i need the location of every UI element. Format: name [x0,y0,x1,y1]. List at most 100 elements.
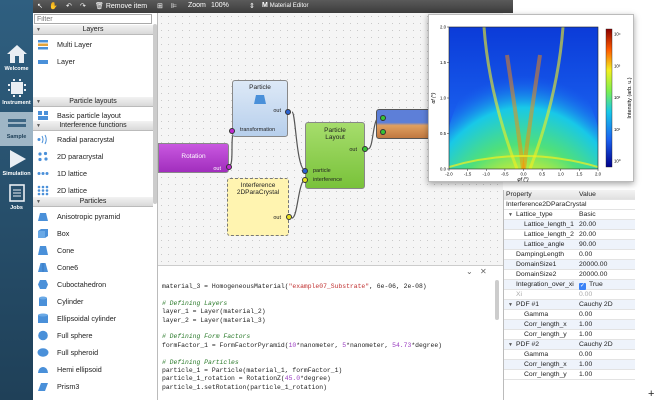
property-row[interactable]: Gamma 0.00 [504,350,635,360]
property-row[interactable]: Gamma 0.00 [504,310,635,320]
collapse-icon[interactable]: ▼ [508,340,513,350]
redo-icon[interactable]: ↷ [80,2,86,10]
interference-out-port[interactable] [286,214,292,220]
property-value-cell[interactable]: Basic [579,210,596,220]
category-particles[interactable]: ▼ Particles [33,197,153,207]
property-value-cell[interactable]: 90.00 [579,240,596,250]
category-layers[interactable]: ▼ Layers [33,25,153,35]
palette-item[interactable]: Cone6 [33,259,153,276]
palette-item[interactable]: 2D paracrystal [33,148,153,165]
collapse-icon[interactable]: ▼ [508,300,513,310]
palette-item[interactable]: Ellipsoidal cylinder [33,310,153,327]
layout-out-port[interactable] [362,146,368,152]
align-icon[interactable]: ⊞ [157,2,163,10]
sidebar-item-label: Instrument [2,100,31,106]
layout-interference-port[interactable] [302,177,308,183]
pan-hand-icon[interactable]: ✋ [49,2,58,10]
property-row[interactable]: PDF #1 ▼ Cauchy 2D [504,300,635,310]
sidebar-item-jobs[interactable]: Jobs [0,183,33,211]
sidebar-item-sample[interactable]: Sample [0,112,33,146]
sidebar-item-instrument[interactable]: Instrument [0,78,33,106]
align-left-icon[interactable]: ⊫ [171,2,177,10]
property-row[interactable]: Integration_over_xi ✓ True [504,280,635,290]
palette-item[interactable]: Hemi ellipsoid [33,361,153,378]
layout-particle-port[interactable] [302,168,308,174]
layer-input-port-2[interactable] [380,129,386,135]
property-row[interactable]: DomainSize1 20000.00 [504,260,635,270]
property-value-cell[interactable]: 1.00 [579,370,592,380]
layer-node[interactable] [376,109,436,139]
property-value-cell[interactable]: 1.00 [579,320,592,330]
palette-item[interactable]: Box [33,225,153,242]
zoom-spin-icon[interactable]: ⇕ [249,2,255,10]
sidebar-item-welcome[interactable]: Welcome [0,44,33,72]
property-row[interactable]: Corr_length_y 1.00 [504,370,635,380]
script-scrollbar[interactable] [495,280,499,320]
property-value-cell[interactable]: 0.00 [579,250,592,260]
property-value-cell[interactable]: 0.00 [579,310,592,320]
close-icon[interactable]: ✕ [480,267,487,276]
palette-item[interactable]: Full spheroid [33,344,153,361]
palette-item[interactable]: Prism3 [33,378,153,395]
anisotropic-pyramid-icon [38,213,48,221]
property-row[interactable]: DomainSize2 20000.00 [504,270,635,280]
palette-item[interactable]: Cuboctahedron [33,276,153,293]
property-row[interactable]: Corr_length_y 1.00 [504,330,635,340]
interference-node[interactable]: Interference 2DParaCrystal out [227,178,289,236]
particle-transformation-port[interactable] [229,128,235,134]
property-row[interactable]: Lattice_length_1 20.00 [504,220,635,230]
property-value-cell[interactable]: 0.00 [579,290,592,300]
collapse-icon[interactable]: ▼ [508,210,513,220]
property-value-cell[interactable]: 20000.00 [579,270,607,280]
collapse-icon[interactable]: ⌄ [466,267,473,276]
property-row[interactable]: Corr_length_x 1.00 [504,320,635,330]
sidebar-item-simulation[interactable]: Simulation [0,149,33,177]
layer-input-port-1[interactable] [380,115,386,121]
palette-item[interactable]: Anisotropic pyramid [33,208,153,225]
y-axis-label: αf (°) [431,92,437,103]
property-row[interactable]: Lattice_type ▼ Basic [504,210,635,220]
category-interference-functions[interactable]: ▼ Interference functions [33,121,153,131]
property-key: Lattice_length_2 [524,231,574,238]
property-value-cell[interactable]: 1.00 [579,330,592,340]
zoom-value[interactable]: 100% [211,2,229,9]
particle-node[interactable]: Particle out transformation [232,80,288,137]
property-row[interactable]: Corr_length_x 1.00 [504,360,635,370]
particle-out-port[interactable] [285,109,291,115]
palette-scrollbar[interactable] [153,24,157,204]
property-row[interactable]: Xi 0.00 [504,290,635,300]
property-row[interactable]: DampingLength 0.00 [504,250,635,260]
palette-item[interactable]: Full sphere [33,327,153,344]
palette-item[interactable]: Cylinder [33,293,153,310]
category-particle-layouts[interactable]: ▼ Particle layouts [33,97,153,107]
python-script-view[interactable]: ✕ ⌄ material_3 = HomogeneousMaterial("ex… [158,265,503,400]
palette-item[interactable]: Layer [33,53,153,70]
palette-item[interactable]: Multi Layer [33,36,153,53]
property-value-cell[interactable]: 20.00 [579,230,596,240]
property-row[interactable]: Lattice_angle 90.00 [504,240,635,250]
remove-item-button[interactable]: 🗑 Remove item [95,2,147,10]
property-value-cell[interactable]: Cauchy 2D [579,300,613,310]
particle-layout-node[interactable]: Particle Layout out particle interferenc… [305,122,365,189]
undo-icon[interactable]: ↶ [66,2,72,10]
property-value-cell[interactable]: ✓ True [579,280,603,290]
property-value-cell[interactable]: 0.00 [579,350,592,360]
property-value-cell[interactable]: 20000.00 [579,260,607,270]
colorbar-tick-label: 10² [614,95,621,100]
checkbox-checked-icon[interactable]: ✓ [579,283,586,290]
property-row[interactable]: Lattice_length_2 20.00 [504,230,635,240]
property-value-cell[interactable]: 20.00 [579,220,596,230]
palette-item[interactable]: Cone [33,242,153,259]
property-row[interactable]: PDF #2 ▼ Cauchy 2D [504,340,635,350]
rotation-out-port[interactable] [226,164,232,170]
select-arrow-icon[interactable]: ↖ [37,2,43,10]
material-editor-button[interactable]: M Material Editor [262,2,308,9]
property-value-cell[interactable]: Cauchy 2D [579,340,613,350]
filter-input[interactable] [34,14,152,24]
rotation-node[interactable]: Rotation out [158,143,229,173]
property-value-cell[interactable]: 1.00 [579,360,592,370]
collapse-icon: ▼ [36,99,41,105]
intensity-plot-window[interactable]: -2.0 -1.5 -1.0 -0.5 0.0 0.5 1.0 1.5 2.0 0.0 0.5 1.… [428,14,634,183]
palette-item[interactable]: Radial paracrystal [33,131,153,148]
palette-item[interactable]: 1D lattice [33,165,153,182]
